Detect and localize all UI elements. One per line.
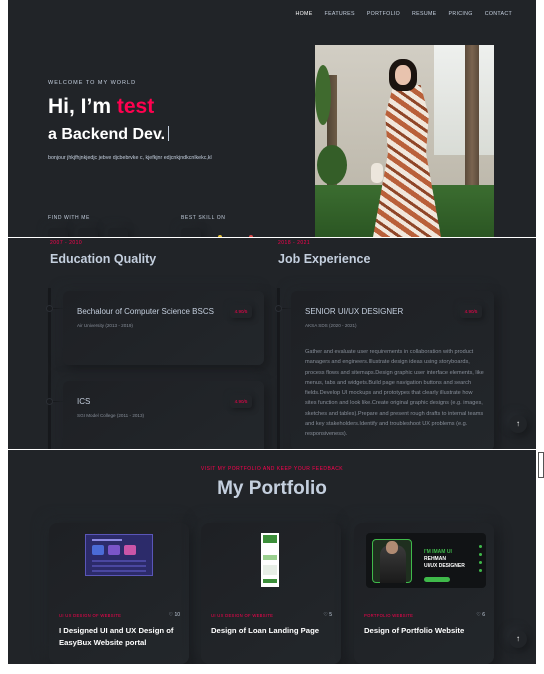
portfolio-item-title[interactable]: Design of Loan Landing Page xyxy=(211,625,337,637)
skill-icon xyxy=(181,228,201,237)
education-timeline xyxy=(48,288,51,449)
portfolio-thumbnail: I'M IMAM UI REHMAN UI/UX DESIGNER xyxy=(366,533,486,588)
hero-name: test xyxy=(116,95,155,118)
like-number: 5 xyxy=(329,612,332,618)
social-instagram-icon[interactable] xyxy=(78,228,98,237)
scroll-top-button[interactable]: ↑ xyxy=(509,630,527,648)
hero-role-text: a Backend Dev. xyxy=(48,126,166,143)
card-title: SENIOR UI/UX DESIGNER xyxy=(305,307,404,316)
like-count[interactable]: ♡ 6 xyxy=(476,612,485,618)
education-title: Education Quality xyxy=(50,252,157,266)
portfolio-thumbnail xyxy=(85,534,153,576)
timeline-dot xyxy=(46,305,53,312)
education-card: Bechalour of Computer Science BSCS Air U… xyxy=(63,291,264,365)
card-title: Bechalour of Computer Science BSCS xyxy=(77,307,214,316)
like-count[interactable]: ♡ 5 xyxy=(323,612,332,618)
education-card: ICS SGI Model College (2011 - 2013) 4.90… xyxy=(63,381,264,449)
welcome-text: WELCOME TO MY WORLD xyxy=(48,80,137,86)
social-facebook-icon[interactable] xyxy=(48,228,68,237)
nav-pricing[interactable]: PRICING xyxy=(449,11,473,17)
hero-bio: bonjour jhkjfhjnkjedjc jebve djcbebrvke … xyxy=(48,155,212,161)
card-subtitle: AKSA SDS (2020 - 2021) xyxy=(305,323,357,328)
hero-role: a Backend Dev. xyxy=(48,126,170,144)
best-skill-label: BEST SKILL ON xyxy=(181,215,226,221)
timeline-dot xyxy=(46,398,53,405)
profile-photo xyxy=(315,45,494,237)
grade-badge: 4.90/5 xyxy=(230,305,252,318)
experience-years: 2018 - 2021 xyxy=(278,240,311,246)
heart-icon: ♡ xyxy=(476,612,481,618)
hero-section: HOME FEATURES PORTFOLIO RESUME PRICING C… xyxy=(8,0,536,237)
portfolio-section: VISIT MY PORTFOLIO AND KEEP YOUR FEEDBAC… xyxy=(8,450,536,664)
heart-icon: ♡ xyxy=(168,612,174,618)
experience-card: SENIOR UI/UX DESIGNER AKSA SDS (2020 - 2… xyxy=(291,291,494,449)
social-linkedin-icon[interactable] xyxy=(108,228,128,237)
arrow-up-icon: ↑ xyxy=(516,634,520,643)
grade-badge: 4.90/5 xyxy=(460,305,482,318)
heart-icon: ♡ xyxy=(323,612,328,618)
portfolio-card[interactable]: UI UX DESIGN OF WEBSITE ♡ 10 I Designed … xyxy=(49,523,189,664)
portfolio-title: My Portfolio xyxy=(217,478,327,499)
like-number: 6 xyxy=(482,612,485,618)
skill-html-icon xyxy=(249,235,253,237)
experience-timeline xyxy=(277,288,280,449)
card-description: Gather and evaluate user requirements in… xyxy=(305,349,484,438)
education-years: 2007 - 2010 xyxy=(50,240,83,246)
thumb-text: I'M IMAM UI xyxy=(424,549,452,555)
experience-title: Job Experience xyxy=(278,252,371,266)
portfolio-card[interactable]: UI UX DESIGN OF WEBSITE ♡ 5 Design of Lo… xyxy=(201,523,341,664)
timeline-connector xyxy=(53,308,63,309)
timeline-connector xyxy=(53,401,63,402)
portfolio-category: PORTFOLIO WEBSITE xyxy=(364,613,414,618)
nav-resume[interactable]: RESUME xyxy=(412,11,436,17)
portfolio-thumbnail xyxy=(261,533,279,587)
portfolio-category: UI UX DESIGN OF WEBSITE xyxy=(59,613,122,618)
scroll-top-button[interactable]: ↑ xyxy=(509,415,527,433)
card-title: ICS xyxy=(77,397,91,406)
top-nav: HOME FEATURES PORTFOLIO RESUME PRICING C… xyxy=(295,11,512,17)
portfolio-card[interactable]: I'M IMAM UI REHMAN UI/UX DESIGNER PORTFO… xyxy=(354,523,494,664)
portfolio-category: UI UX DESIGN OF WEBSITE xyxy=(211,613,274,618)
like-count[interactable]: ♡ 10 xyxy=(169,612,180,618)
skill-js-icon xyxy=(218,235,222,237)
card-subtitle: Air University (2013 - 2019) xyxy=(77,323,133,328)
nav-portfolio[interactable]: PORTFOLIO xyxy=(367,11,400,17)
typing-caret xyxy=(168,126,170,141)
nav-contact[interactable]: CONTACT xyxy=(485,11,512,17)
edge-fragment xyxy=(538,452,544,478)
portfolio-item-title[interactable]: I Designed UI and UX Design of EasyBux W… xyxy=(59,625,185,648)
card-subtitle: SGI Model College (2011 - 2013) xyxy=(77,413,145,418)
hero-greeting: Hi, I’m xyxy=(48,95,117,118)
thumb-text: REHMAN xyxy=(424,556,446,562)
find-with-me-label: FIND WITH ME xyxy=(48,215,90,221)
thumb-text: UI/UX DESIGNER xyxy=(424,563,465,569)
nav-home[interactable]: HOME xyxy=(295,11,312,17)
arrow-up-icon: ↑ xyxy=(516,419,520,428)
nav-features[interactable]: FEATURES xyxy=(325,11,355,17)
portfolio-eyebrow: VISIT MY PORTFOLIO AND KEEP YOUR FEEDBAC… xyxy=(200,466,344,472)
timeline-dot xyxy=(275,305,282,312)
grade-badge: 4.90/5 xyxy=(230,395,252,408)
timeline-connector xyxy=(282,308,291,309)
like-number: 10 xyxy=(174,612,180,618)
portfolio-item-title[interactable]: Design of Portfolio Website xyxy=(364,625,490,637)
hero-heading: Hi, I’m test xyxy=(48,95,154,119)
resume-section: 2007 - 2010 Education Quality 2018 - 202… xyxy=(8,238,536,449)
